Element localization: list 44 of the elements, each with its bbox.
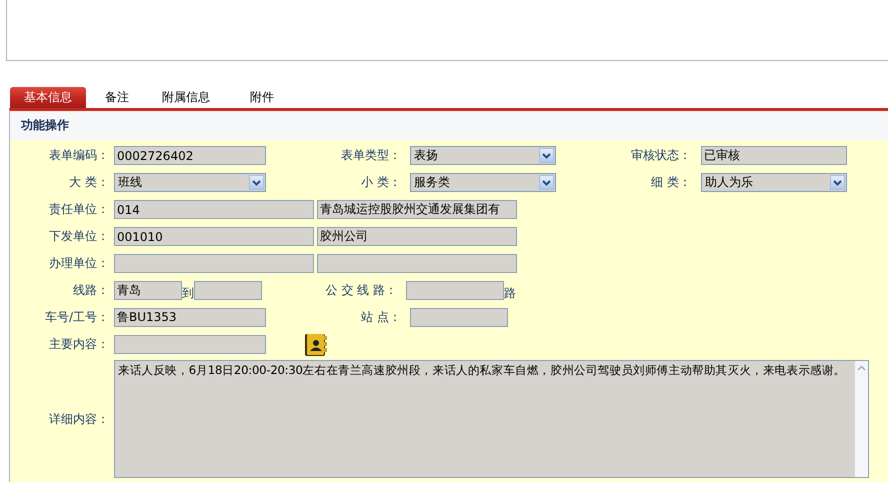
field-label: 审核状态： <box>630 147 691 164</box>
field-label: 下发单位： <box>48 228 109 245</box>
field-label: 小 类： <box>360 174 401 191</box>
tab[interactable]: 附件 <box>224 87 300 108</box>
field-label: 责任单位： <box>48 201 109 218</box>
suffix-label: 路 <box>504 285 516 302</box>
input-field[interactable] <box>317 254 517 273</box>
input-field[interactable] <box>194 281 262 300</box>
input-field[interactable] <box>406 281 504 300</box>
dropdown[interactable]: 服务类 <box>410 173 556 192</box>
input-field[interactable] <box>114 254 314 273</box>
section-title: 功能操作 <box>21 117 69 134</box>
dropdown[interactable]: 助人为乐 <box>701 173 847 192</box>
input-field[interactable]: 已审核 <box>701 146 847 165</box>
field-label: 细 类： <box>650 174 691 191</box>
field-label: 线路： <box>72 282 109 299</box>
field-label: 公 交 线 路： <box>324 282 397 299</box>
field-label: 表单类型： <box>340 147 401 164</box>
field-label: 大 类： <box>68 174 109 191</box>
range-label: 到 <box>182 285 194 302</box>
text-area[interactable]: 来话人反映，6月18日20:00-20:30左右在青兰高速胶州段，来话人的私家车自燃，胶州公司驾驶员刘师傅主动帮助其灭火，来电表示感谢。 <box>114 360 869 478</box>
scrollbar[interactable] <box>854 361 868 477</box>
dropdown[interactable]: 表扬 <box>410 146 556 165</box>
input-field[interactable]: 鲁BU1353 <box>114 308 266 327</box>
field-label: 详细内容： <box>48 410 109 428</box>
field-label: 站 点： <box>360 309 401 326</box>
scroll-up-icon[interactable] <box>857 365 866 371</box>
tab[interactable]: 基本信息 <box>10 87 86 108</box>
input-field[interactable]: 青岛 <box>114 281 182 300</box>
field-label: 主要内容： <box>48 336 109 353</box>
input-field[interactable]: 胶州公司 <box>317 227 517 246</box>
field-label: 车号/工号： <box>44 309 109 326</box>
input-field[interactable]: 001010 <box>114 227 314 246</box>
tab[interactable]: 备注 <box>86 87 148 108</box>
contact-book-icon[interactable] <box>304 332 328 356</box>
input-field[interactable] <box>410 308 508 327</box>
tab[interactable]: 附属信息 <box>148 87 224 108</box>
field-label: 办理单位： <box>48 255 109 272</box>
field-label: 表单编码： <box>48 147 109 164</box>
input-field[interactable]: 014 <box>114 200 314 219</box>
input-field[interactable]: 青岛城运控股胶州交通发展集团有 <box>317 200 517 219</box>
input-field[interactable]: 0002726402 <box>114 146 266 165</box>
input-field[interactable] <box>114 335 266 354</box>
dropdown[interactable]: 班线 <box>114 173 266 192</box>
